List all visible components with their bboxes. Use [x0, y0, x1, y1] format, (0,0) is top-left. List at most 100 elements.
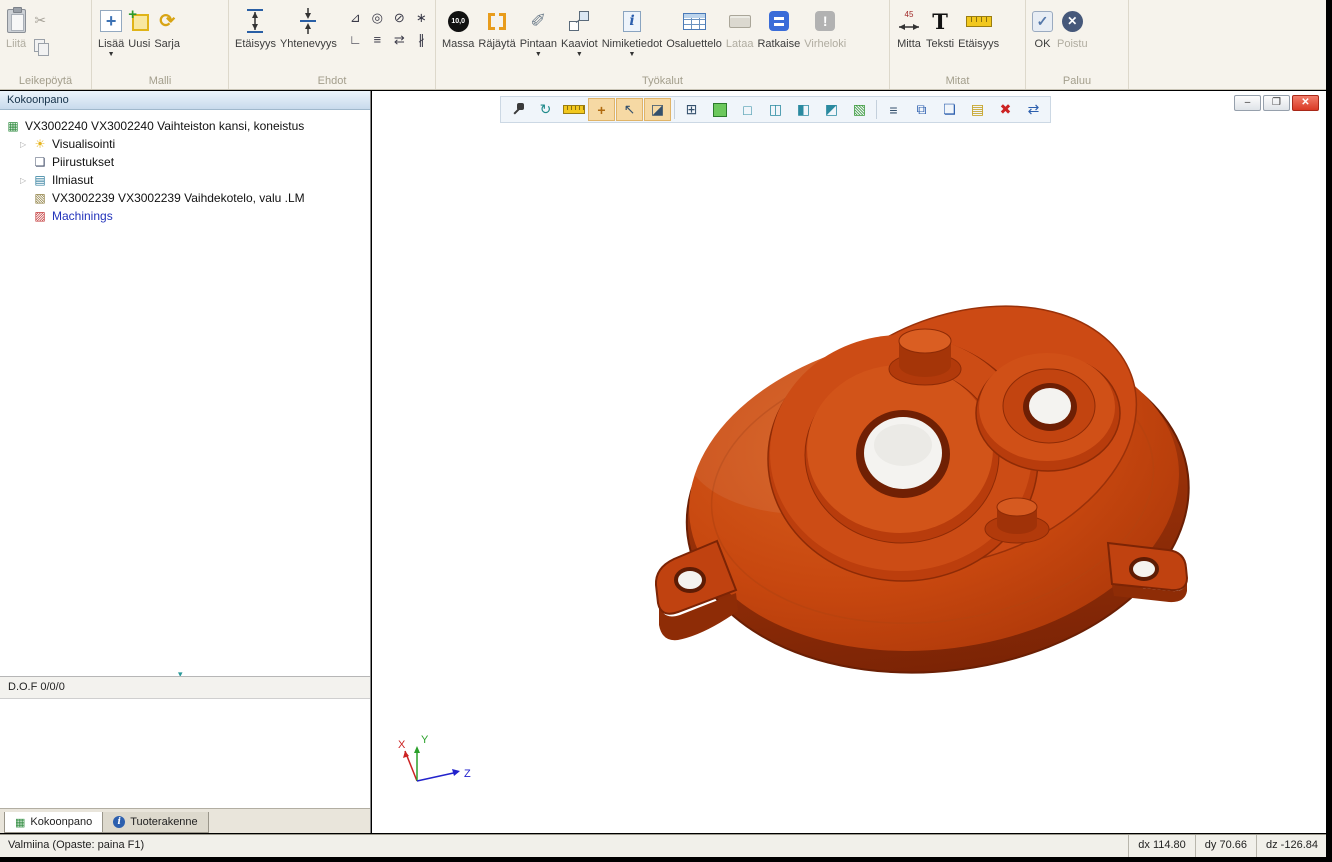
error-log-button[interactable]: ! Virheloki	[802, 5, 848, 51]
distance-constraint-button[interactable]: Etäisyys	[233, 5, 278, 51]
panel-tabs: ▦ Kokoonpano i Tuoterakenne	[0, 808, 370, 833]
parts-list-label: Osaluettelo	[666, 38, 722, 50]
layers-icon[interactable]: ⧉	[908, 98, 935, 121]
tab-assembly[interactable]: ▦ Kokoonpano	[4, 812, 103, 833]
snap-face-icon[interactable]: ◪	[644, 98, 671, 121]
rotate-measure-icon[interactable]: ↻	[532, 98, 559, 121]
solve-label: Ratkaise	[757, 38, 800, 50]
pin-icon[interactable]	[504, 98, 531, 121]
status-dy: dy 70.66	[1195, 835, 1256, 857]
group-title-constraints: Ehdot	[229, 75, 435, 87]
tree-root-label: VX3002240 VX3002240 Vaihteiston kansi, k…	[25, 119, 304, 133]
parts-list-button[interactable]: Osaluettelo	[664, 5, 724, 51]
ribbon-filler	[1129, 0, 1326, 89]
cut-button[interactable]: ✂	[28, 7, 52, 33]
model-3d[interactable]: X Y Z	[372, 91, 1326, 833]
tangent-constraint-icon[interactable]: ⊘	[389, 7, 410, 28]
iso-view-icon[interactable]: ◩	[818, 98, 845, 121]
coincidence-constraint-button[interactable]: Yhtenevyys	[278, 5, 339, 51]
mass-label: Massa	[442, 38, 474, 50]
status-message: Valmiina (Opaste: paina F1)	[0, 835, 1128, 857]
minimize-button[interactable]: –	[1234, 95, 1261, 111]
new-sheet-icon[interactable]: ❏	[936, 98, 963, 121]
to-surface-dropdown-arrow[interactable]: ▼	[535, 52, 542, 57]
tree-item-drawings[interactable]: ❏ Piirustukset	[0, 153, 370, 171]
ribbon-group-clipboard: Liitä ✂ Leikepöytä	[0, 0, 92, 89]
tree-item-part[interactable]: ▧ VX3002239 VX3002239 Vaihdekotelo, valu…	[0, 189, 370, 207]
add-dropdown-arrow[interactable]: ▼	[108, 52, 115, 57]
normal-view-icon[interactable]: ▧	[846, 98, 873, 121]
measure-button[interactable]: 45 Mitta	[894, 5, 924, 51]
group-title-tools: Työkalut	[436, 75, 889, 87]
series-button[interactable]: ⟳ Sarja	[152, 5, 182, 51]
copy-button[interactable]	[28, 33, 52, 59]
close-button[interactable]: ✕	[1292, 95, 1319, 111]
angle-constraint-icon[interactable]: ⊿	[345, 7, 366, 28]
model-viewport[interactable]: X Y Z ↻ + ↖ ◪ ⊞ □ ◫ ◧ ◩ ▧ ≡ ⧉ ❏ ▤ ✖	[372, 91, 1326, 833]
axis-x-label: X	[398, 739, 406, 751]
diagrams-dropdown-arrow[interactable]: ▼	[576, 52, 583, 57]
tree-root-item[interactable]: ▦ VX3002240 VX3002240 Vaihteiston kansi,…	[0, 117, 370, 135]
maximize-button[interactable]: ❐	[1263, 95, 1290, 111]
expander-icon[interactable]: ▷	[20, 176, 28, 185]
concentric-constraint-icon[interactable]: ◎	[367, 7, 388, 28]
visualization-label: Visualisointi	[52, 137, 115, 151]
axis-triad: X Y Z	[398, 734, 471, 781]
ribbon: Liitä ✂ Leikepöytä + Lisää ▼ + Uusi	[0, 0, 1326, 90]
diagrams-button[interactable]: Kaaviot ▼	[559, 5, 600, 58]
snap-edge-icon[interactable]: ↖	[616, 98, 643, 121]
print-icon[interactable]: ▤	[964, 98, 991, 121]
tab-product-structure[interactable]: i Tuoterakenne	[103, 812, 208, 833]
tree-item-instances[interactable]: ▷ ▤ Ilmiasut	[0, 171, 370, 189]
half-section-view-icon[interactable]: ◧	[790, 98, 817, 121]
opposite-constraint-icon[interactable]: ⇄	[389, 29, 410, 50]
to-surface-button[interactable]: ✐ Pintaan ▼	[518, 5, 559, 58]
load-button[interactable]: Lataa	[724, 5, 756, 51]
exit-cross-icon: ✕	[1062, 11, 1083, 32]
group-title-clipboard: Leikepöytä	[0, 75, 91, 87]
update-view-icon[interactable]: ⇄	[1020, 98, 1047, 121]
symmetry-constraint-icon[interactable]: ∗	[411, 7, 432, 28]
ruler-icon[interactable]	[560, 98, 587, 121]
model-right-ear	[1108, 543, 1187, 602]
explode-button[interactable]: Räjäytä	[476, 5, 517, 51]
tree-item-visualization[interactable]: ▷ ☀ Visualisointi	[0, 135, 370, 153]
item-info-dropdown-arrow[interactable]: ▼	[629, 52, 636, 57]
machinings-icon: ▨	[33, 210, 47, 222]
perpendicular-constraint-icon[interactable]: ∟	[345, 29, 366, 50]
coincidence-constraint-label: Yhtenevyys	[280, 38, 337, 50]
feature-list-icon[interactable]: ≡	[880, 98, 907, 121]
ok-button[interactable]: ✓ OK	[1030, 5, 1055, 51]
paste-button[interactable]: Liitä	[4, 5, 28, 51]
wireframe-view-icon[interactable]: □	[734, 98, 761, 121]
antiparallel-constraint-icon[interactable]: ∦	[411, 29, 432, 50]
hidden-line-view-icon[interactable]: ◫	[762, 98, 789, 121]
expander-icon[interactable]: ▷	[20, 140, 28, 149]
item-info-button[interactable]: i Nimiketiedot ▼	[600, 5, 665, 58]
ruler-icon	[966, 16, 992, 27]
distance-dimension-button[interactable]: Etäisyys	[956, 5, 1001, 51]
status-dz: dz -126.84	[1256, 835, 1326, 857]
application-window: Liitä ✂ Leikepöytä + Lisää ▼ + Uusi	[0, 0, 1332, 862]
exit-button[interactable]: ✕ Poistu	[1055, 5, 1090, 51]
scissors-icon: ✂	[34, 12, 46, 29]
tree-item-machinings[interactable]: ▨ Machinings	[0, 207, 370, 225]
text-button[interactable]: T Teksti	[924, 5, 956, 51]
pick-part-icon[interactable]: ⊞	[678, 98, 705, 121]
parallel-constraint-icon[interactable]: ≡	[367, 29, 388, 50]
shaded-view-icon[interactable]	[706, 98, 733, 121]
solve-button[interactable]: Ratkaise	[755, 5, 802, 51]
new-label: Uusi	[128, 38, 150, 50]
add-component-button[interactable]: + Lisää ▼	[96, 5, 126, 58]
svg-text:45: 45	[905, 10, 914, 19]
to-surface-icon: ✐	[530, 10, 546, 33]
delete-view-icon[interactable]: ✖	[992, 98, 1019, 121]
snap-point-icon[interactable]: +	[588, 98, 615, 121]
ribbon-group-tools: 10,0 Massa Räjäytä ✐ Pintaan ▼ Kaaviot ▼	[436, 0, 890, 89]
copy-icon	[34, 39, 47, 54]
parts-list-icon	[683, 13, 706, 30]
new-component-button[interactable]: + Uusi	[126, 5, 152, 51]
part-icon: ▧	[33, 192, 47, 204]
toolbar-separator	[674, 100, 675, 119]
mass-button[interactable]: 10,0 Massa	[440, 5, 476, 51]
